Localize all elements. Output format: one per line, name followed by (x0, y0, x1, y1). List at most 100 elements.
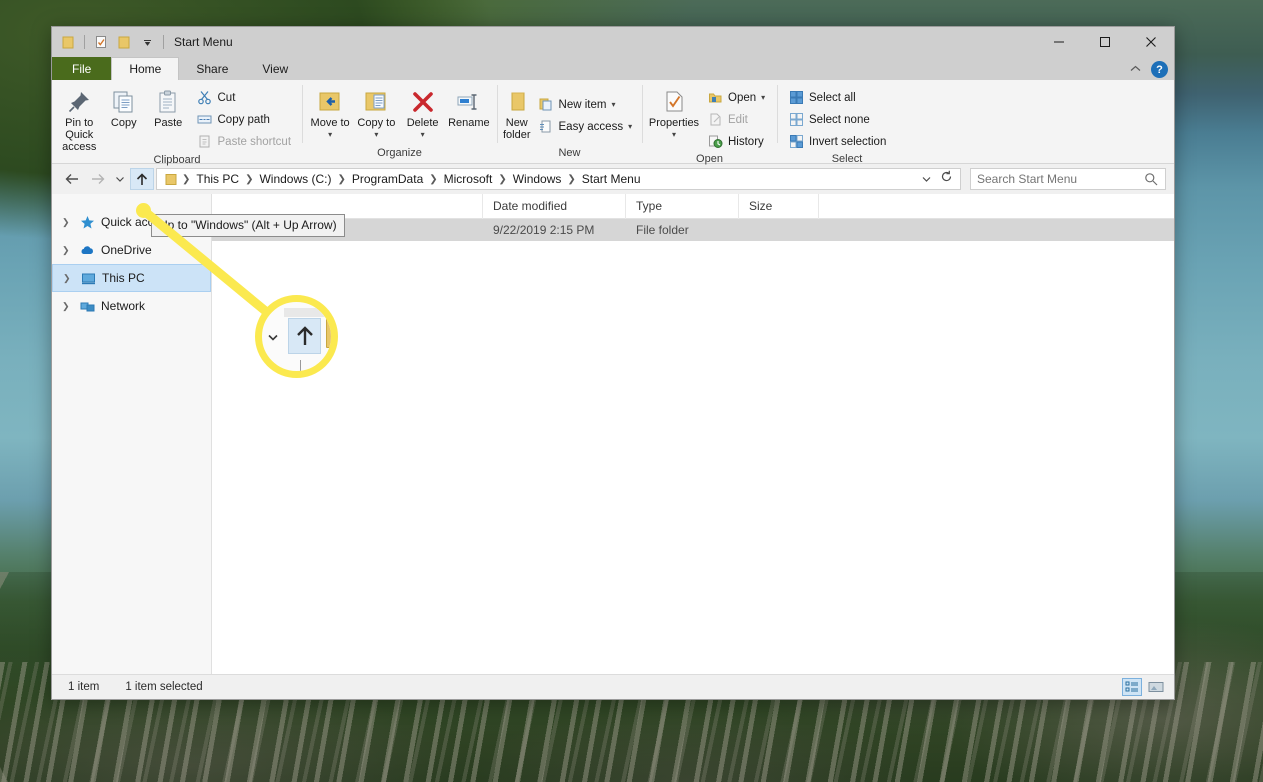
selection-count-label: 1 item selected (125, 681, 203, 693)
breadcrumb-item-start-menu[interactable]: Start Menu (577, 172, 646, 186)
chevron-down-icon[interactable]: ▾ (611, 100, 615, 109)
search-input[interactable] (977, 172, 1143, 186)
up-button[interactable] (130, 168, 154, 190)
network-icon (79, 298, 95, 314)
ribbon-group-label-new: New (558, 147, 581, 159)
breadcrumb[interactable]: ❯ This PC ❯ Windows (C:) ❯ ProgramData ❯… (156, 168, 961, 190)
open-small-commands: Open ▾ Edit History (702, 84, 770, 152)
breadcrumb-separator: ❯ (429, 173, 438, 185)
column-header-date-modified[interactable]: Date modified (483, 193, 626, 219)
properties-button[interactable]: Properties ▾ (648, 84, 700, 141)
ribbon-group-new: New folder New item ▾ Easy access ▾ New (497, 80, 642, 163)
properties-icon[interactable] (92, 33, 110, 51)
refresh-icon[interactable] (940, 170, 953, 188)
up-button-tooltip: Up to "Windows" (Alt + Up Arrow) (151, 214, 345, 237)
easy-access-icon (538, 119, 554, 135)
paste-button[interactable]: Paste (147, 84, 190, 129)
ribbon-tabs: File Home Share View ? (52, 57, 1174, 80)
large-icons-view-button[interactable] (1146, 678, 1166, 696)
chevron-down-icon[interactable]: ▾ (374, 129, 378, 141)
sidebar-item-this-pc[interactable]: ❯ This PC (52, 264, 211, 292)
sidebar-item-network[interactable]: ❯ Network (52, 292, 211, 320)
easy-access-button[interactable]: Easy access ▾ (533, 116, 638, 137)
copy-path-button[interactable]: Copy path (192, 109, 297, 130)
folder-icon[interactable] (59, 33, 77, 51)
easy-access-label: Easy access (558, 120, 624, 133)
chevron-down-icon[interactable]: ▾ (328, 129, 332, 141)
new-folder-icon[interactable] (115, 33, 133, 51)
magnified-up-button (288, 318, 321, 354)
chevron-down-icon[interactable]: ▾ (628, 122, 632, 131)
window-title: Start Menu (174, 35, 233, 49)
minimize-button[interactable] (1036, 27, 1082, 57)
breadcrumb-separator: ❯ (498, 173, 507, 185)
help-icon[interactable]: ? (1151, 61, 1168, 78)
computer-icon (80, 270, 96, 286)
breadcrumb-item-microsoft[interactable]: Microsoft (439, 172, 498, 186)
move-to-icon (316, 87, 344, 117)
tab-view[interactable]: View (245, 57, 305, 80)
address-bar: ❯ This PC ❯ Windows (C:) ❯ ProgramData ❯… (52, 164, 1174, 194)
history-button[interactable]: History (702, 131, 770, 152)
tab-share[interactable]: Share (179, 57, 245, 80)
copy-to-button[interactable]: Copy to ▾ (354, 84, 398, 141)
pin-to-quick-access-button[interactable]: Pin to Quick access (58, 84, 101, 153)
edit-button[interactable]: Edit (702, 109, 770, 130)
rename-button[interactable]: Rename (447, 84, 491, 129)
maximize-button[interactable] (1082, 27, 1128, 57)
item-count-label: 1 item (68, 681, 100, 693)
file-type-cell: File folder (636, 223, 689, 237)
details-view-button[interactable] (1122, 678, 1142, 696)
ribbon-group-label-select: Select (831, 153, 863, 165)
tab-file[interactable]: File (52, 57, 112, 80)
chevron-down-icon[interactable]: ▾ (761, 93, 765, 102)
chevron-up-icon[interactable] (1129, 64, 1142, 76)
tab-home[interactable]: Home (111, 57, 180, 80)
chevron-down-icon (267, 330, 279, 345)
back-button[interactable] (60, 168, 84, 190)
chevron-right-icon[interactable]: ❯ (62, 301, 73, 312)
new-folder-button[interactable]: New folder (503, 84, 531, 141)
cut-button[interactable]: Cut (192, 87, 297, 108)
open-button[interactable]: Open ▾ (702, 87, 770, 108)
chevron-right-icon[interactable]: ❯ (62, 245, 73, 256)
sidebar-item-label: Network (101, 299, 146, 313)
sidebar-item-label: This PC (102, 271, 145, 285)
column-header-type[interactable]: Type (626, 193, 739, 219)
select-all-button[interactable]: Select all (783, 87, 891, 108)
title-bar: Start Menu (52, 27, 1174, 57)
chevron-down-icon[interactable] (138, 33, 156, 51)
qat-divider (84, 35, 85, 49)
new-item-button[interactable]: New item ▾ (533, 94, 638, 115)
chevron-down-icon[interactable]: ▾ (421, 129, 425, 141)
paste-shortcut-button[interactable]: Paste shortcut (192, 131, 297, 152)
chevron-down-icon[interactable]: ▾ (672, 129, 676, 141)
search-icon[interactable] (1143, 171, 1159, 187)
sidebar-item-onedrive[interactable]: ❯ OneDrive (52, 236, 211, 264)
search-box[interactable] (970, 168, 1166, 190)
delete-button[interactable]: Delete ▾ (401, 84, 445, 141)
move-to-button[interactable]: Move to ▾ (308, 84, 352, 141)
folder-icon (163, 171, 179, 187)
new-folder-icon (505, 87, 529, 117)
delete-label: Delete (406, 117, 439, 129)
window-body: ❯ Quick access ❯ OneDrive ❯ This PC ❯ Ne… (52, 193, 1174, 674)
breadcrumb-item-windows[interactable]: Windows (508, 172, 567, 186)
breadcrumb-separator: ❯ (567, 173, 576, 185)
breadcrumb-item-windows-c[interactable]: Windows (C:) (254, 172, 336, 186)
close-button[interactable] (1128, 27, 1174, 57)
properties-label: Properties (648, 117, 700, 129)
table-row[interactable]: Programs 9/22/2019 2:15 PM File folder (212, 219, 1174, 241)
recent-locations-button[interactable] (112, 168, 128, 190)
breadcrumb-item-this-pc[interactable]: This PC (191, 172, 244, 186)
chevron-right-icon[interactable]: ❯ (63, 273, 74, 284)
breadcrumb-item-programdata[interactable]: ProgramData (347, 172, 428, 186)
chevron-right-icon[interactable]: ❯ (62, 217, 73, 228)
select-none-button[interactable]: Select none (783, 109, 891, 130)
callout-magnifier (255, 295, 338, 378)
forward-button[interactable] (86, 168, 110, 190)
copy-button[interactable]: Copy (103, 84, 146, 129)
column-header-size[interactable]: Size (739, 193, 819, 219)
invert-selection-button[interactable]: Invert selection (783, 131, 891, 152)
chevron-down-icon[interactable] (921, 170, 932, 188)
